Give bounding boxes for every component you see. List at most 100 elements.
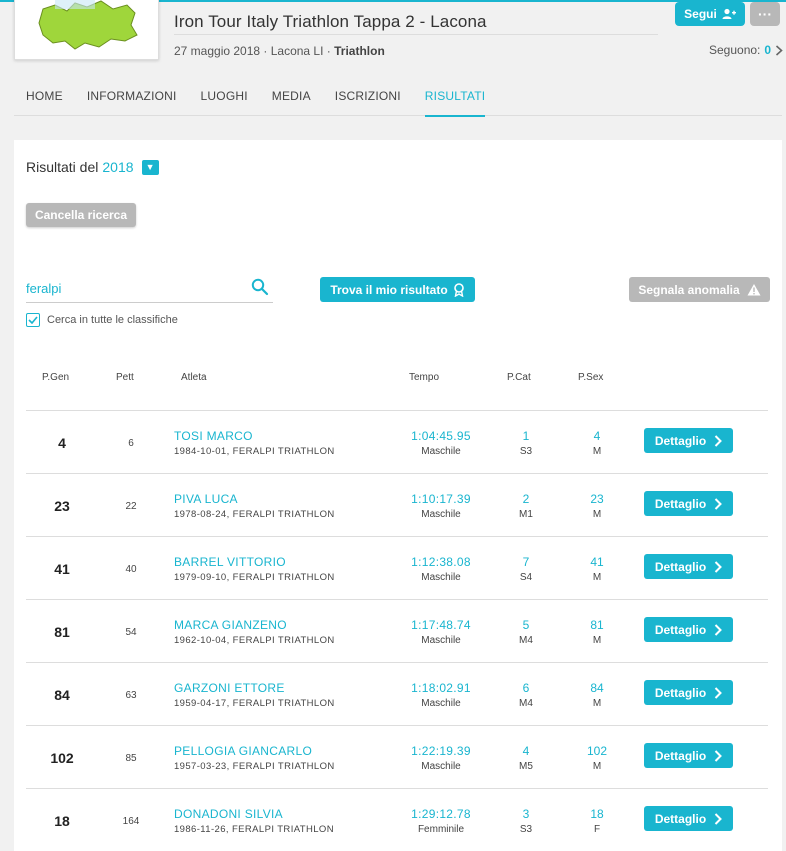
detail-button[interactable]: Dettaglio [644,680,733,705]
report-anomaly-button[interactable]: Segnala anomalia [629,277,770,302]
tab-informazioni[interactable]: INFORMAZIONI [75,88,189,116]
cell-sex: M [592,698,602,709]
cell-psex: 23 [590,492,604,506]
detail-button[interactable]: Dettaglio [644,491,733,516]
athlete-name-link[interactable]: GARZONI ETTORE [174,681,285,695]
results-card: Risultati del 2018 ▼ Cancella ricerca Tr… [14,140,782,851]
detail-button[interactable]: Dettaglio [644,617,733,642]
search-icon[interactable] [251,278,269,296]
cell-pcat: 6 [522,681,530,695]
detail-button[interactable]: Dettaglio [644,743,733,768]
athlete-name-link[interactable]: PELLOGIA GIANCARLO [174,744,312,758]
find-my-result-button[interactable]: Trova il mio risultato [320,277,475,302]
cell-gender: Maschile [421,446,461,457]
check-icon [28,316,38,324]
cell-gender: Maschile [421,572,461,583]
year-value[interactable]: 2018 [102,159,133,175]
cell-pgen: 41 [54,561,70,577]
detail-label: Dettaglio [654,622,707,637]
search-input[interactable] [26,276,236,300]
title-divider [174,34,658,35]
year-label: Risultati del [26,159,99,175]
cell-gender: Femminile [417,824,465,835]
cell-psex: 102 [586,744,608,758]
report-label: Segnala anomalia [638,282,740,297]
results-table: 4 6 TOSI MARCO 1984-10-01, FERALPI TRIATHLO… [26,410,768,851]
cell-pcat: 2 [522,492,530,506]
cell-psex: 81 [590,618,604,632]
cell-pett: 54 [125,627,137,638]
tab-luoghi[interactable]: LUOGHI [189,88,260,116]
cell-sex: M [592,635,602,646]
tab-risultati[interactable]: RISULTATI [413,88,497,117]
cell-category: S3 [519,824,533,835]
year-dropdown-icon[interactable]: ▼ [141,159,159,175]
search-all-checkbox[interactable] [26,313,40,327]
cell-sex: M [592,572,602,583]
header-tempo: Tempo [409,372,440,383]
chevron-right-icon [714,749,723,762]
cell-pett: 164 [122,816,140,827]
cell-category: S4 [519,572,533,583]
header-pcat: P.Cat [507,372,531,383]
chevron-right-icon [714,686,723,699]
cell-gender: Maschile [421,698,461,709]
follow-label: Segui [684,7,717,21]
add-user-icon [722,8,736,19]
cell-category: M4 [519,698,533,709]
cell-pgen: 4 [58,435,66,451]
athlete-info: 1959-04-17, FERALPI TRIATHLON [174,698,335,709]
header-atleta: Atleta [181,372,207,383]
table-row: 18 164 DONADONI SILVIA 1986-11-26, FERALPI … [26,788,768,851]
cell-psex: 84 [590,681,604,695]
detail-label: Dettaglio [654,496,707,511]
island-map-icon [15,0,158,59]
follow-button[interactable]: Segui [675,2,745,26]
athlete-name-link[interactable]: TOSI MARCO [174,429,253,443]
search-all-label: Cerca in tutte le classifiche [47,314,178,326]
find-label: Trova il mio risultato [330,282,448,297]
detail-button[interactable]: Dettaglio [644,428,733,453]
followers-link[interactable]: Seguono: 0 [709,43,783,57]
athlete-info: 1962-10-04, FERALPI TRIATHLON [174,635,335,646]
cell-pcat: 5 [522,618,530,632]
event-nav: HOME INFORMAZIONI LUOGHI MEDIA ISCRIZION… [14,88,782,117]
cell-pcat: 7 [522,555,530,569]
cell-gender: Maschile [421,761,461,772]
athlete-info: 1984-10-01, FERALPI TRIATHLON [174,446,335,457]
athlete-name-link[interactable]: BARREL VITTORIO [174,555,286,569]
chevron-right-icon [714,623,723,636]
tab-media[interactable]: MEDIA [260,88,323,116]
cell-category: S3 [519,446,533,457]
cell-psex: 4 [593,429,601,443]
athlete-name-link[interactable]: MARCA GIANZENO [174,618,287,632]
tab-iscrizioni[interactable]: ISCRIZIONI [323,88,413,116]
detail-button[interactable]: Dettaglio [644,554,733,579]
athlete-info: 1957-03-23, FERALPI TRIATHLON [174,761,335,772]
search-all-option[interactable]: Cerca in tutte le classifiche [26,313,178,327]
cell-time: 1:18:02.91 [411,681,471,695]
athlete-info: 1986-11-26, FERALPI TRIATHLON [174,824,334,835]
more-options-button[interactable]: ··· [750,2,780,26]
more-icon: ··· [758,6,772,22]
athlete-name-link[interactable]: PIVA LUCA [174,492,238,506]
event-logo [14,0,159,60]
chevron-right-icon [714,560,723,573]
tab-home[interactable]: HOME [14,88,75,116]
table-row: 23 22 PIVA LUCA 1978-08-24, FERALPI TRIATHL… [26,473,768,536]
cell-time: 1:12:38.08 [411,555,471,569]
athlete-name-link[interactable]: DONADONI SILVIA [174,807,283,821]
cell-time: 1:04:45.95 [411,429,471,443]
cell-pgen: 102 [50,750,74,766]
cell-sex: M [592,509,602,520]
cell-sex: M [592,761,602,772]
detail-label: Dettaglio [654,748,707,763]
athlete-info: 1978-08-24, FERALPI TRIATHLON [174,509,335,520]
cell-pgen: 23 [54,498,70,514]
table-row: 81 54 MARCA GIANZENO 1962-10-04, FERALPI TR… [26,599,768,662]
cell-pett: 85 [125,753,137,764]
cell-gender: Maschile [421,635,461,646]
clear-search-button[interactable]: Cancella ricerca [26,203,136,227]
event-sport: Triathlon [334,44,385,58]
detail-button[interactable]: Dettaglio [644,806,733,831]
